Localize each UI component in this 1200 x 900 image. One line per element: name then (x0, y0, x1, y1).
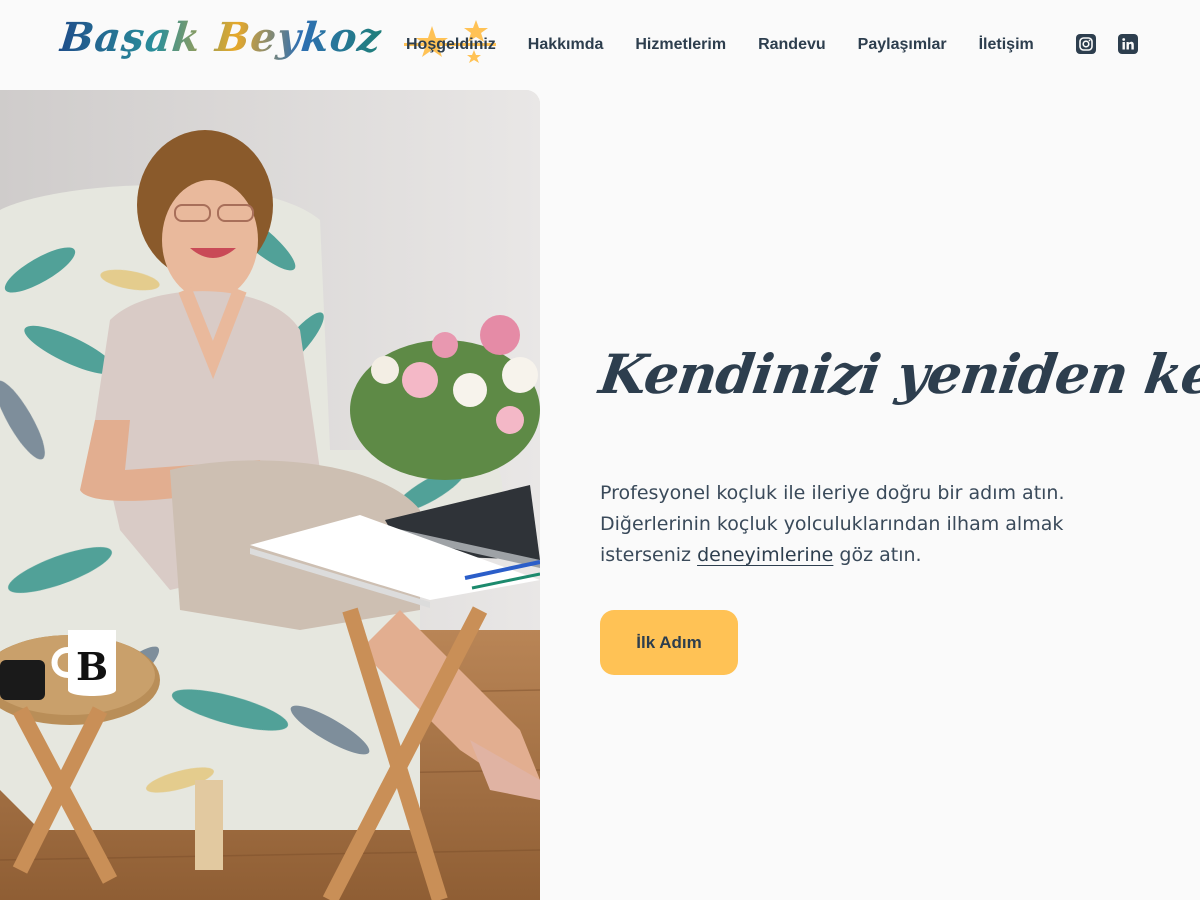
nav-item-hosgeldiniz[interactable]: Hoşgeldiniz (404, 20, 496, 63)
nav-item-randevu[interactable]: Randevu (758, 30, 826, 60)
linkedin-icon[interactable] (1118, 34, 1138, 54)
hero-lead: Profesyonel koçluk ile ileriye doğru bir… (600, 478, 1120, 571)
coach-portrait-illustration: B (0, 90, 540, 900)
main-nav: Hoşgeldiniz Hakkımda Hizmetlerim Randevu… (404, 20, 1066, 63)
instagram-icon[interactable] (1076, 34, 1096, 54)
nav-item-hakkimda[interactable]: Hakkımda (528, 30, 604, 60)
social-links-2 (1118, 34, 1138, 54)
nav-item-hizmetlerim[interactable]: Hizmetlerim (635, 30, 726, 60)
lead-text-end: göz atın. (833, 544, 922, 566)
logo[interactable]: Başak Beykoz (58, 14, 384, 61)
nav-item-label: Hoşgeldiniz (406, 36, 496, 53)
site-header: Başak Beykoz Hoşgeldiniz Hakkımda Hizmet… (0, 0, 1200, 90)
nav-item-iletisim[interactable]: İletişim (979, 30, 1034, 60)
hero-headline: Kendinizi yeniden keşfedin (595, 342, 1200, 406)
hero-photo: B (0, 90, 540, 900)
social-links (1076, 34, 1096, 54)
mug-letter: B (76, 644, 108, 689)
nav-item-paylasimlar[interactable]: Paylaşımlar (858, 30, 947, 60)
testimonials-link[interactable]: deneyimlerine (697, 544, 833, 566)
first-step-button[interactable]: İlk Adım (600, 610, 738, 675)
